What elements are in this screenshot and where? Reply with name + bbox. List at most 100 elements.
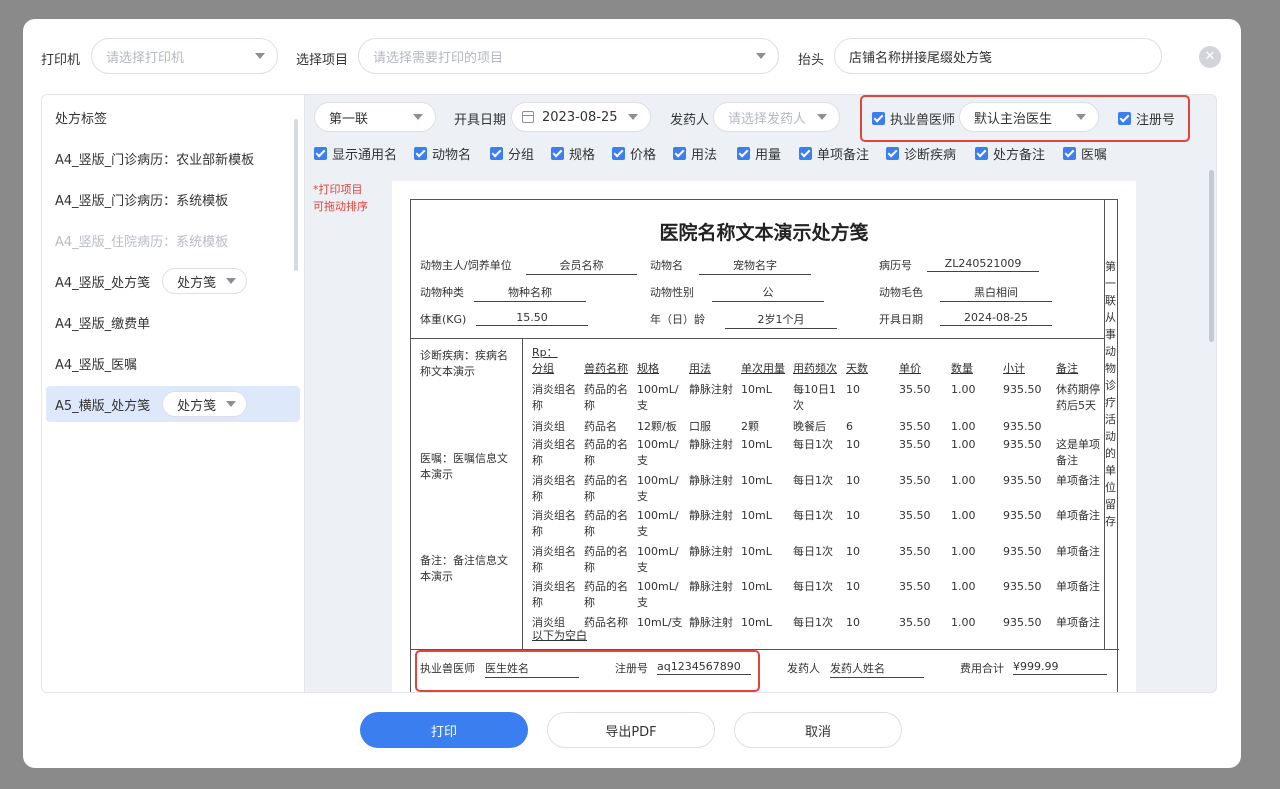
template-item[interactable]: A4_竖版_缴费单	[46, 304, 300, 340]
field-checkbox-label: 单项备注	[817, 148, 870, 163]
drug-table-cell: 每日1次	[793, 474, 833, 487]
drug-table-cell: 100mL/支	[637, 474, 679, 503]
drug-table-cell: 单项备注	[1056, 580, 1100, 593]
vet-checkbox[interactable]: 执业兽医师	[872, 109, 955, 128]
field-checkbox-label: 价格	[630, 148, 657, 163]
field-checkbox[interactable]: 显示通用名	[314, 144, 397, 163]
field-checkbox[interactable]: 医嘱	[1063, 144, 1107, 163]
template-item[interactable]: A4_竖版_处方笺 处方笺	[46, 263, 300, 299]
drug-table-header: 小计	[1003, 362, 1025, 375]
drug-table-cell: 100mL/支	[637, 438, 679, 467]
drug-table-cell: 935.50	[1003, 474, 1042, 487]
drug-table-cell: 35.50	[899, 420, 931, 433]
diagnosis-text: 诊断疾病：疾病名称文本演示	[420, 349, 508, 378]
drug-table-header: 用法	[689, 362, 711, 375]
drug-table-cell: 消炎组名称	[532, 383, 576, 412]
field-checkbox[interactable]: 用法	[673, 144, 717, 163]
chevron-down-icon	[226, 401, 237, 407]
field-checkbox[interactable]: 单项备注	[799, 144, 869, 163]
field-checkbox[interactable]: 诊断疾病	[886, 144, 956, 163]
dispenser-select[interactable]: 请选择发药人	[713, 102, 840, 132]
template-item[interactable]: A4_竖版_门诊病历：系统模板	[46, 181, 300, 217]
template-type-select[interactable]: 处方笺	[162, 268, 248, 294]
reg-checkbox-label: 注册号	[1136, 113, 1176, 128]
template-item[interactable]: A4_竖版_门诊病历：农业部新模板	[46, 140, 300, 176]
field-checkbox[interactable]: 用量	[737, 144, 781, 163]
field-checkbox-label: 用法	[691, 148, 718, 163]
printer-label: 打印机	[41, 53, 81, 68]
template-item[interactable]: A4_竖版_医嘱	[46, 345, 300, 381]
template-list-scrollbar[interactable]	[294, 119, 298, 271]
dispenser-placeholder: 请选择发药人	[728, 111, 807, 127]
field-checkbox[interactable]: 动物名	[414, 144, 471, 163]
drug-table-cell: 药品的名称	[584, 580, 628, 609]
header-input[interactable]: 店铺名称拼接尾缀处方笺	[834, 38, 1162, 74]
gender-value: 公	[712, 284, 824, 302]
field-checkbox[interactable]: 价格	[612, 144, 656, 163]
drug-table-cell: 每日1次	[793, 545, 833, 558]
drug-table-cell: 10mL	[741, 545, 772, 558]
chevron-down-icon	[756, 53, 766, 59]
drug-table-cell: 消炎组名称	[532, 580, 576, 609]
drug-table-cell: 消炎组名称	[532, 474, 576, 503]
reg-checkbox[interactable]: 注册号	[1118, 109, 1175, 128]
printer-select[interactable]: 请选择打印机	[91, 38, 278, 74]
chevron-down-icon	[1076, 114, 1086, 120]
copy-side-text: 第一联从事动物诊疗活动的单位留存	[1105, 260, 1116, 528]
field-checkbox[interactable]: 规格	[551, 144, 595, 163]
drug-table-cell: 药品名称	[584, 616, 628, 629]
drug-table-cell: 12颗/板	[637, 420, 677, 433]
date-label: 开具日期	[454, 113, 507, 128]
drug-table-cell: 静脉注射	[689, 509, 733, 522]
template-item-active[interactable]: A5_横版_处方笺 处方笺	[46, 386, 300, 422]
checkbox-checked-icon	[414, 147, 427, 160]
drug-table-cell: 1.00	[951, 545, 976, 558]
items-placeholder: 请选择需要打印的项目	[373, 50, 504, 66]
drug-table-cell: 100mL/支	[637, 545, 679, 574]
animal-name-value: 宠物名字	[699, 257, 811, 275]
drug-table-cell: 935.50	[1003, 383, 1042, 396]
close-icon[interactable]: ✕	[1199, 46, 1221, 68]
blank-text: 以下为空白	[532, 629, 587, 642]
drug-table-cell: 这是单项备注	[1056, 438, 1100, 467]
template-item-disabled: A4_竖版_住院病历：系统模板	[46, 222, 300, 258]
drug-table-cell: 静脉注射	[689, 616, 733, 629]
template-item-label: A5_横版_处方笺	[55, 398, 151, 414]
header-value: 店铺名称拼接尾缀处方笺	[849, 50, 993, 66]
weight-label: 体重(KG)	[420, 313, 467, 326]
drug-table-cell: 1.00	[951, 616, 976, 629]
prescription-sheet: 医院名称文本演示处方笺 动物主人/饲养单位 会员名称 动物名 宠物名字 病历号 …	[410, 199, 1119, 692]
age-value: 2岁1个月	[725, 311, 837, 329]
drug-table-header: 规格	[637, 362, 659, 375]
total-label: 费用合计	[960, 662, 1004, 675]
date-picker[interactable]: 2023-08-25	[511, 102, 651, 132]
gender-label: 动物性别	[650, 286, 694, 299]
drug-table-cell: 35.50	[899, 383, 931, 396]
drug-table-cell: 10	[846, 383, 860, 396]
template-type-value: 处方笺	[177, 275, 217, 291]
vet-select[interactable]: 默认主治医生	[959, 102, 1099, 132]
copy-select[interactable]: 第一联	[314, 102, 436, 132]
record-value: ZL240521009	[927, 257, 1039, 272]
cancel-button[interactable]: 取消	[734, 712, 902, 748]
print-button[interactable]: 打印	[360, 712, 528, 748]
template-type-select[interactable]: 处方笺	[162, 391, 248, 417]
drug-table-cell: 单项备注	[1056, 474, 1100, 487]
checkbox-checked-icon	[1063, 147, 1076, 160]
field-checkbox[interactable]: 处方备注	[975, 144, 1045, 163]
checkbox-checked-icon	[314, 147, 327, 160]
drug-table-cell: 单项备注	[1056, 509, 1100, 522]
preview-scrollbar[interactable]	[1209, 170, 1214, 342]
export-pdf-button[interactable]: 导出PDF	[547, 712, 715, 748]
drug-table-cell: 100mL/支	[637, 509, 679, 538]
drug-table-cell: 药品的名称	[584, 474, 628, 503]
drug-table-cell: 每日1次	[793, 509, 833, 522]
field-checkbox[interactable]: 分组	[490, 144, 534, 163]
field-checkbox-label: 显示通用名	[332, 148, 398, 163]
items-select[interactable]: 请选择需要打印的项目	[358, 38, 779, 74]
drug-table-cell: 935.50	[1003, 545, 1042, 558]
field-checkbox-label: 动物名	[432, 148, 472, 163]
divider	[411, 338, 1104, 339]
drug-table-cell: 935.50	[1003, 509, 1042, 522]
drug-table-cell: 935.50	[1003, 616, 1042, 629]
